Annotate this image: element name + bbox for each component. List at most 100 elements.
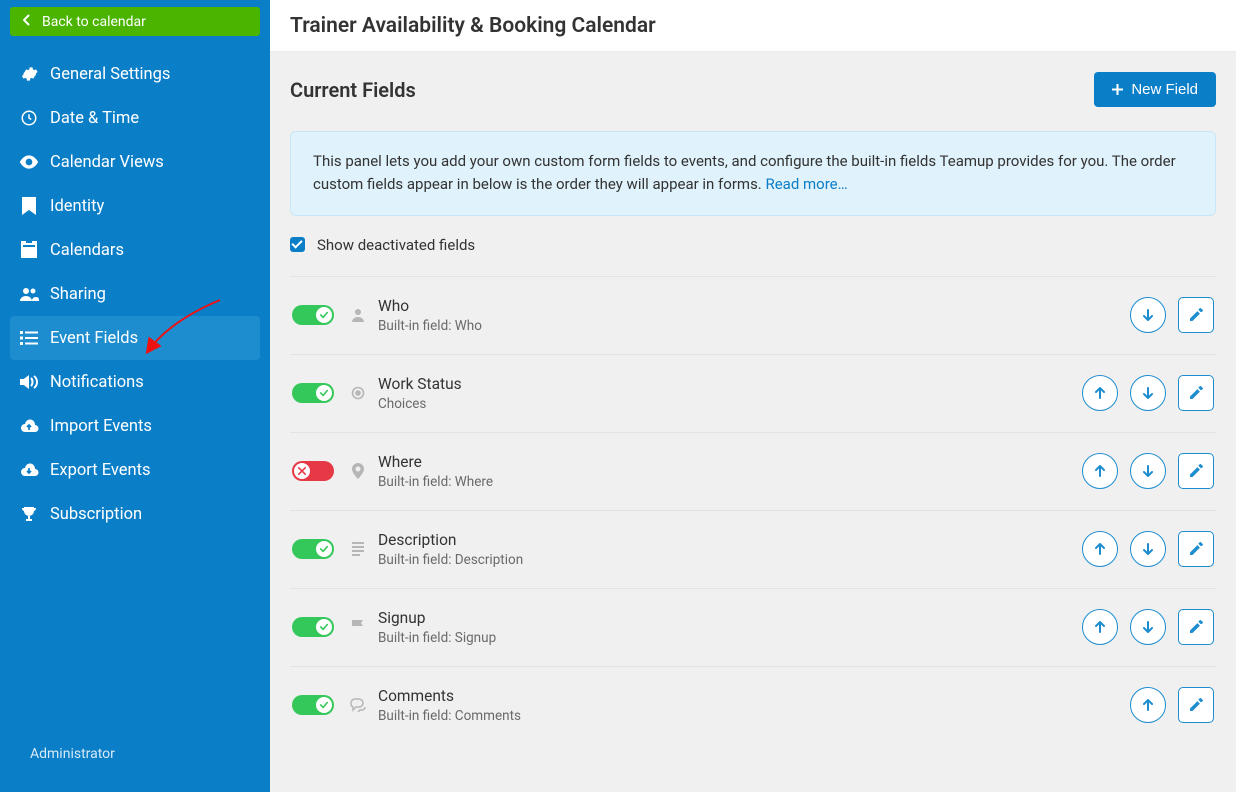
field-enable-toggle[interactable] xyxy=(292,695,334,715)
plus-icon xyxy=(1112,82,1123,98)
chat-icon xyxy=(350,698,366,712)
sidebar-item-general-settings[interactable]: General Settings xyxy=(0,52,270,96)
back-to-calendar-button[interactable]: Back to calendar xyxy=(10,7,260,36)
field-subtitle: Built-in field: Signup xyxy=(378,630,1082,646)
sidebar-item-label: General Settings xyxy=(50,65,170,84)
edit-button[interactable] xyxy=(1178,453,1214,489)
sidebar-item-import-events[interactable]: Import Events xyxy=(0,404,270,448)
move-down-button[interactable] xyxy=(1130,609,1166,645)
field-subtitle: Built-in field: Where xyxy=(378,474,1082,490)
field-row: Who Built-in field: Who xyxy=(290,276,1216,354)
toggle-knob xyxy=(316,541,332,557)
move-down-button[interactable] xyxy=(1130,297,1166,333)
chevron-left-icon xyxy=(22,14,30,30)
calendar-icon xyxy=(18,241,40,259)
sidebar-item-label: Identity xyxy=(50,197,104,216)
sidebar-item-sharing[interactable]: Sharing xyxy=(0,272,270,316)
edit-button[interactable] xyxy=(1178,297,1214,333)
list-icon xyxy=(18,331,40,345)
sidebar: Back to calendar General Settings Date & … xyxy=(0,0,270,792)
field-name: Where xyxy=(378,453,1082,471)
main: Trainer Availability & Booking Calendar … xyxy=(270,0,1236,792)
sidebar-item-label: Calendar Views xyxy=(50,153,164,172)
sidebar-item-event-fields[interactable]: Event Fields xyxy=(10,316,260,360)
toggle-knob xyxy=(316,697,332,713)
info-text: This panel lets you add your own custom … xyxy=(313,152,1176,193)
move-up-button[interactable] xyxy=(1082,453,1118,489)
field-enable-toggle[interactable] xyxy=(292,383,334,403)
field-enable-toggle[interactable] xyxy=(292,305,334,325)
sidebar-item-label: Event Fields xyxy=(50,329,138,348)
sidebar-item-calendars[interactable]: Calendars xyxy=(0,228,270,272)
field-subtitle: Built-in field: Description xyxy=(378,552,1082,568)
field-subtitle: Built-in field: Comments xyxy=(378,708,1130,724)
field-subtitle: Built-in field: Who xyxy=(378,318,1130,334)
move-up-button[interactable] xyxy=(1082,609,1118,645)
field-name: Work Status xyxy=(378,375,1082,393)
move-down-button[interactable] xyxy=(1130,375,1166,411)
section-title: Current Fields xyxy=(290,78,416,102)
toggle-knob xyxy=(316,619,332,635)
field-name: Comments xyxy=(378,687,1130,705)
eye-icon xyxy=(18,155,40,169)
field-row: Comments Built-in field: Comments xyxy=(290,666,1216,744)
field-enable-toggle[interactable] xyxy=(292,617,334,637)
sidebar-item-calendar-views[interactable]: Calendar Views xyxy=(0,140,270,184)
row-actions xyxy=(1130,687,1214,723)
sidebar-item-label: Notifications xyxy=(50,373,144,392)
sidebar-item-label: Import Events xyxy=(50,417,152,436)
content: Current Fields New Field This panel lets… xyxy=(270,52,1236,792)
move-up-button[interactable] xyxy=(1082,531,1118,567)
move-down-button[interactable] xyxy=(1130,453,1166,489)
read-more-link[interactable]: Read more… xyxy=(765,175,847,193)
sidebar-item-identity[interactable]: Identity xyxy=(0,184,270,228)
field-row: Signup Built-in field: Signup xyxy=(290,588,1216,666)
edit-button[interactable] xyxy=(1178,531,1214,567)
edit-button[interactable] xyxy=(1178,687,1214,723)
clock-icon xyxy=(18,109,40,127)
sidebar-item-label: Subscription xyxy=(50,505,142,524)
sidebar-nav: General Settings Date & Time Calendar View… xyxy=(0,42,270,536)
flag-icon xyxy=(350,619,366,635)
field-enable-toggle[interactable] xyxy=(292,461,334,481)
new-field-button[interactable]: New Field xyxy=(1094,72,1216,107)
field-row: Where Built-in field: Where xyxy=(290,432,1216,510)
row-actions xyxy=(1082,531,1214,567)
toggle-knob xyxy=(316,385,332,401)
toggle-knob xyxy=(294,463,310,479)
move-up-button[interactable] xyxy=(1082,375,1118,411)
new-field-label: New Field xyxy=(1131,81,1198,98)
lines-icon xyxy=(350,542,366,556)
field-list: Who Built-in field: Who Work StatusChoices… xyxy=(290,276,1216,744)
page-title: Trainer Availability & Booking Calendar xyxy=(290,14,656,38)
info-panel: This panel lets you add your own custom … xyxy=(290,131,1216,216)
checkbox-checked-icon xyxy=(290,237,305,252)
move-down-button[interactable] xyxy=(1130,531,1166,567)
toggle-knob xyxy=(316,307,332,323)
sidebar-item-label: Sharing xyxy=(50,285,106,304)
edit-button[interactable] xyxy=(1178,375,1214,411)
sidebar-item-label: Export Events xyxy=(50,461,151,480)
show-deactivated-label: Show deactivated fields xyxy=(317,236,475,254)
field-enable-toggle[interactable] xyxy=(292,539,334,559)
field-row: DescriptionBuilt-in field: Description xyxy=(290,510,1216,588)
move-up-button[interactable] xyxy=(1130,687,1166,723)
back-label: Back to calendar xyxy=(42,14,146,30)
trophy-icon xyxy=(18,505,40,523)
field-name: Who xyxy=(378,297,1130,315)
people-icon xyxy=(18,286,40,302)
sidebar-item-subscription[interactable]: Subscription xyxy=(0,492,270,536)
radio-icon xyxy=(350,386,366,400)
row-actions xyxy=(1082,375,1214,411)
sidebar-item-date-time[interactable]: Date & Time xyxy=(0,96,270,140)
person-icon xyxy=(350,308,366,322)
cloud-down-icon xyxy=(18,462,40,478)
edit-button[interactable] xyxy=(1178,609,1214,645)
show-deactivated-checkbox[interactable]: Show deactivated fields xyxy=(290,236,1216,254)
sound-icon xyxy=(18,374,40,390)
sidebar-item-label: Calendars xyxy=(50,241,124,260)
field-name: Signup xyxy=(378,609,1082,627)
field-row: Work StatusChoices xyxy=(290,354,1216,432)
sidebar-item-export-events[interactable]: Export Events xyxy=(0,448,270,492)
sidebar-item-notifications[interactable]: Notifications xyxy=(0,360,270,404)
